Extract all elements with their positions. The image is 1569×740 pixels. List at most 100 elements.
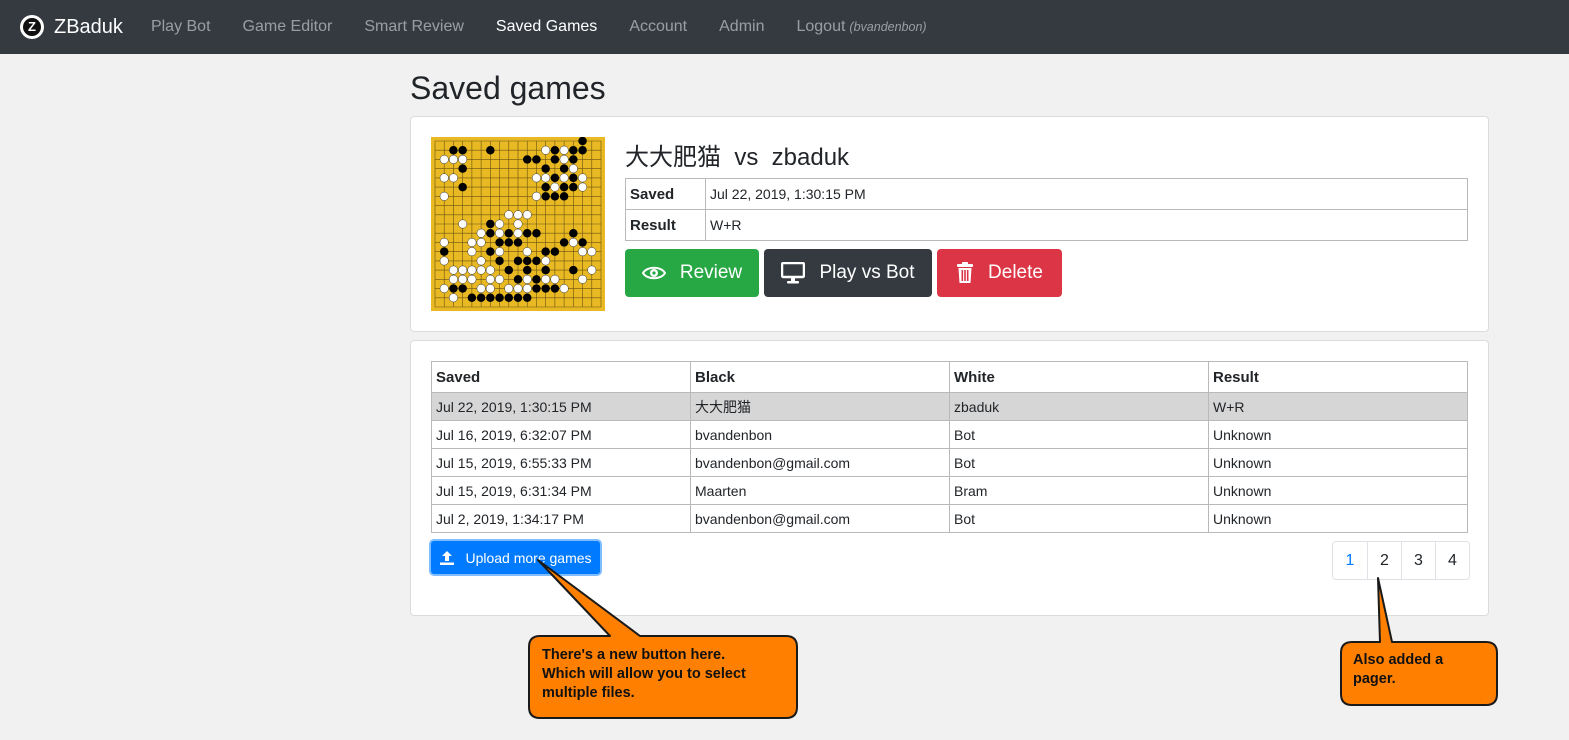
black-stone <box>458 164 467 173</box>
cell-white: Bot <box>949 420 1209 449</box>
go-board <box>431 136 605 311</box>
white-stone <box>495 274 505 284</box>
column-header-saved[interactable]: Saved <box>431 361 691 393</box>
white-stone <box>513 284 523 294</box>
black-stone <box>532 275 541 284</box>
cell-white: Bot <box>949 504 1209 533</box>
nav-admin[interactable]: Admin <box>703 18 780 36</box>
black-stone <box>532 228 541 238</box>
selected-game-card: 大大肥猫 vs zbaduk Saved Jul 22, 2019, 1:30:… <box>410 116 1489 332</box>
white-stone <box>504 284 514 294</box>
upload-icon <box>440 550 455 565</box>
black-stone <box>513 238 523 247</box>
upload-more-games-button[interactable]: Upload more games <box>431 541 600 574</box>
page-4-button[interactable]: 4 <box>1435 542 1469 579</box>
black-stone <box>569 145 578 155</box>
table-row[interactable]: Jul 15, 2019, 6:55:33 PM bvandenbon@gmai… <box>431 448 1468 477</box>
column-header-white[interactable]: White <box>949 361 1209 393</box>
saved-row: Saved Jul 22, 2019, 1:30:15 PM <box>625 178 1468 210</box>
black-stone <box>578 136 587 146</box>
nav-game-editor[interactable]: Game Editor <box>227 18 349 36</box>
white-stone <box>531 173 541 183</box>
black-stone <box>541 284 550 293</box>
black-stone <box>513 275 523 284</box>
black-stone <box>541 247 550 256</box>
table-row[interactable]: Jul 2, 2019, 1:34:17 PM bvandenbon@gmail… <box>431 504 1468 533</box>
white-stone <box>476 256 486 266</box>
page-1-button[interactable]: 1 <box>1333 542 1367 579</box>
white-stone <box>439 154 449 164</box>
nav-saved-games[interactable]: Saved Games <box>480 18 613 36</box>
black-stone <box>550 145 560 155</box>
board-preview[interactable] <box>431 136 605 311</box>
upload-more-games-label: Upload more games <box>465 549 592 566</box>
table-row[interactable]: Jul 16, 2019, 6:32:07 PM bvandenbon Bot … <box>431 420 1468 449</box>
page-title: Saved games <box>410 70 606 106</box>
white-stone <box>522 274 532 284</box>
delete-button[interactable]: Delete <box>937 249 1062 297</box>
nav-account[interactable]: Account <box>613 18 703 36</box>
black-stone <box>532 155 541 164</box>
brand-name[interactable]: ZBaduk <box>54 16 123 39</box>
white-stone <box>578 247 588 257</box>
white-stone <box>550 274 560 284</box>
black-stone <box>541 164 550 173</box>
white-stone <box>476 265 486 275</box>
black-stone <box>569 265 578 275</box>
black-stone <box>522 293 532 303</box>
games-table: Saved Black White Result Jul 22, 2019, 1… <box>431 361 1468 533</box>
nav-play-bot[interactable]: Play Bot <box>135 18 227 36</box>
black-stone <box>439 247 449 256</box>
cell-black: 大大肥猫 <box>690 392 950 421</box>
white-stone <box>485 284 495 294</box>
black-stone <box>532 256 541 266</box>
nav-smart-review[interactable]: Smart Review <box>348 18 480 36</box>
nav-logout[interactable]: Logout (bvandenbon) <box>780 18 942 36</box>
black-stone <box>458 182 467 192</box>
black-stone <box>486 293 495 303</box>
white-stone <box>458 274 468 284</box>
brand[interactable]: Z ZBaduk <box>20 15 123 39</box>
white-stone <box>458 265 468 275</box>
black-stone <box>522 256 532 266</box>
eye-icon <box>641 266 666 280</box>
black-stone <box>541 192 550 201</box>
black-stone <box>559 164 569 173</box>
black-stone <box>550 155 560 164</box>
black-stone <box>550 247 560 256</box>
page-2-button[interactable]: 2 <box>1367 542 1401 579</box>
white-stone <box>448 293 458 303</box>
cell-saved: Jul 15, 2019, 6:55:33 PM <box>431 448 691 477</box>
cell-white: Bram <box>949 476 1209 505</box>
white-stone <box>541 274 551 284</box>
black-stone <box>569 173 578 183</box>
black-stone <box>578 145 587 155</box>
callout-pager-line: pager. <box>1353 671 1396 687</box>
white-stone <box>559 173 569 183</box>
column-header-result[interactable]: Result <box>1208 361 1468 393</box>
white-stone <box>504 210 514 220</box>
trash-icon <box>957 262 974 283</box>
callout-upload-line: There's a new button here. <box>542 647 726 663</box>
black-stone <box>495 256 504 266</box>
black-stone <box>486 145 495 155</box>
nav-logout-label[interactable]: Logout <box>796 18 845 35</box>
play-vs-bot-button[interactable]: Play vs Bot <box>764 249 932 297</box>
black-stone <box>541 265 550 275</box>
column-header-black[interactable]: Black <box>690 361 950 393</box>
white-stone <box>513 228 523 238</box>
page-3-button[interactable]: 3 <box>1401 542 1435 579</box>
table-row[interactable]: Jul 15, 2019, 6:31:34 PM Maarten Bram Un… <box>431 476 1468 505</box>
white-stone <box>522 210 532 220</box>
pager: 1 2 3 4 <box>1332 541 1470 580</box>
white-stone <box>578 173 588 183</box>
saved-label: Saved <box>625 178 706 210</box>
cell-white: Bot <box>949 448 1209 477</box>
table-row[interactable]: Jul 22, 2019, 1:30:15 PM 大大肥猫 zbaduk W+R <box>431 392 1468 421</box>
cell-saved: Jul 16, 2019, 6:32:07 PM <box>431 420 691 449</box>
cell-result: Unknown <box>1208 420 1468 449</box>
review-button[interactable]: Review <box>625 249 759 297</box>
cell-saved: Jul 2, 2019, 1:34:17 PM <box>431 504 691 533</box>
black-stone <box>559 182 569 192</box>
white-stone <box>448 173 458 183</box>
